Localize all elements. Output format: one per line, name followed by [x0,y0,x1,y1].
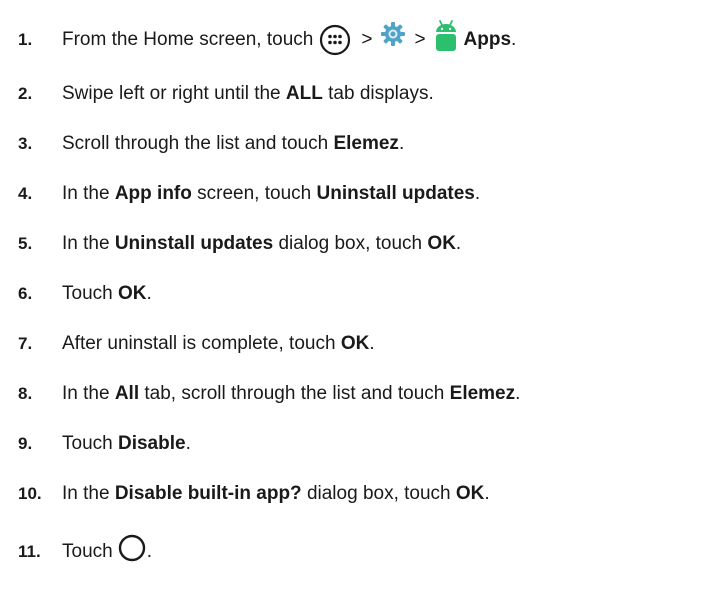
step-text-bold: OK [117,283,147,304]
step-text-bold: ALL [285,83,323,104]
step-6: 6. Touch OK. [0,274,705,314]
step-text-bold: Elemez [449,383,516,404]
step-number: 5. [18,234,33,253]
step-number: 11. [18,542,41,561]
step-text-part: dialog box, touch [306,483,451,504]
step-text-part: . [484,483,490,504]
step-number: 1. [18,30,33,49]
step-text-part: In the [62,233,110,254]
step-text-part: In the [62,483,110,504]
step-2: 2. Swipe left or right until the ALL tab… [0,74,705,114]
step-text: Scroll through the list and touch Elemez… [62,133,404,155]
step-text-part: dialog box, touch [278,233,423,254]
step-text: Touch Disable. [62,433,191,455]
step-text-part: In the [62,183,110,204]
step-text-bold: OK [340,333,370,354]
step-number: 8. [18,384,33,403]
step-text-part: From the Home screen, touch [62,29,314,50]
step-text-part: . [369,333,375,354]
step-1: 1. From the Home screen, touch > > Apps … [0,20,705,60]
step-text: Touch OK. [62,283,152,305]
step-text-part: . [146,283,152,304]
step-text-part: . [511,29,517,50]
step-text: In the Disable built-in app? dialog box,… [62,483,490,505]
home-circle-icon [117,533,147,563]
step-number: 9. [18,434,33,453]
separator: > [414,29,426,50]
step-text-part: . [398,133,405,154]
step-text: In the Uninstall updates dialog box, tou… [62,233,461,255]
step-text-part: Scroll through the list and touch [62,133,329,154]
instruction-steps: 1. From the Home screen, touch > > Apps … [0,0,705,604]
step-text: In the App info screen, touch Uninstall … [62,183,480,205]
step-4: 4. In the App info screen, touch Uninsta… [0,174,705,214]
step-text-part: . [185,433,191,454]
step-10: 10. In the Disable built-in app? dialog … [0,474,705,514]
step-text-part: Swipe left or right until the [62,83,281,104]
step-text: From the Home screen, touch > > Apps . [62,20,517,57]
step-number: 4. [18,184,33,203]
step-number: 10. [18,484,42,503]
step-text-part: screen, touch [197,183,312,204]
step-11: 11. Touch . [0,532,705,572]
step-5: 5. In the Uninstall updates dialog box, … [0,224,705,264]
step-number: 3. [18,134,33,153]
step-text-bold: Disable [117,433,186,454]
settings-gear-icon [380,21,406,47]
step-text-part: Touch [62,283,113,304]
step-text-bold: All [114,383,140,404]
step-text-bold: Disable built-in app? [114,483,302,504]
step-text-part: tab, scroll through the list and touch [144,383,445,404]
android-robot-icon [434,19,458,53]
step-number: 7. [18,334,33,353]
step-text-part: . [515,383,521,404]
step-text: In the All tab, scroll through the list … [62,383,520,405]
step-text-part: . [146,541,152,562]
step-text: Touch . [62,534,152,567]
step-text-bold: Uninstall updates [316,183,475,204]
step-text-bold: OK [427,233,456,254]
step-text-bold: App info [114,183,192,204]
apps-grid-icon [319,24,351,56]
step-number: 2. [18,84,33,103]
step-9: 9. Touch Disable. [0,424,705,464]
step-text-part: Touch [62,433,113,454]
step-8: 8. In the All tab, scroll through the li… [0,374,705,414]
step-text-part: tab displays. [328,83,434,104]
step-number: 6. [18,284,33,303]
step-3: 3. Scroll through the list and touch Ele… [0,124,705,164]
step-text-part: . [474,183,481,204]
step-text-part: Touch [62,541,113,562]
step-text-bold: Elemez [333,133,399,154]
step-text-bold: OK [455,483,485,504]
step-text-part: . [455,233,462,254]
step-text: Swipe left or right until the ALL tab di… [62,83,434,105]
step-text: After uninstall is complete, touch OK. [62,333,375,355]
step-text-bold: Apps [463,29,512,50]
step-text-part: In the [62,383,110,404]
step-text-bold: Uninstall updates [114,233,274,254]
step-text-part: After uninstall is complete, touch [62,333,336,354]
separator: > [361,29,373,50]
step-7: 7. After uninstall is complete, touch OK… [0,324,705,364]
